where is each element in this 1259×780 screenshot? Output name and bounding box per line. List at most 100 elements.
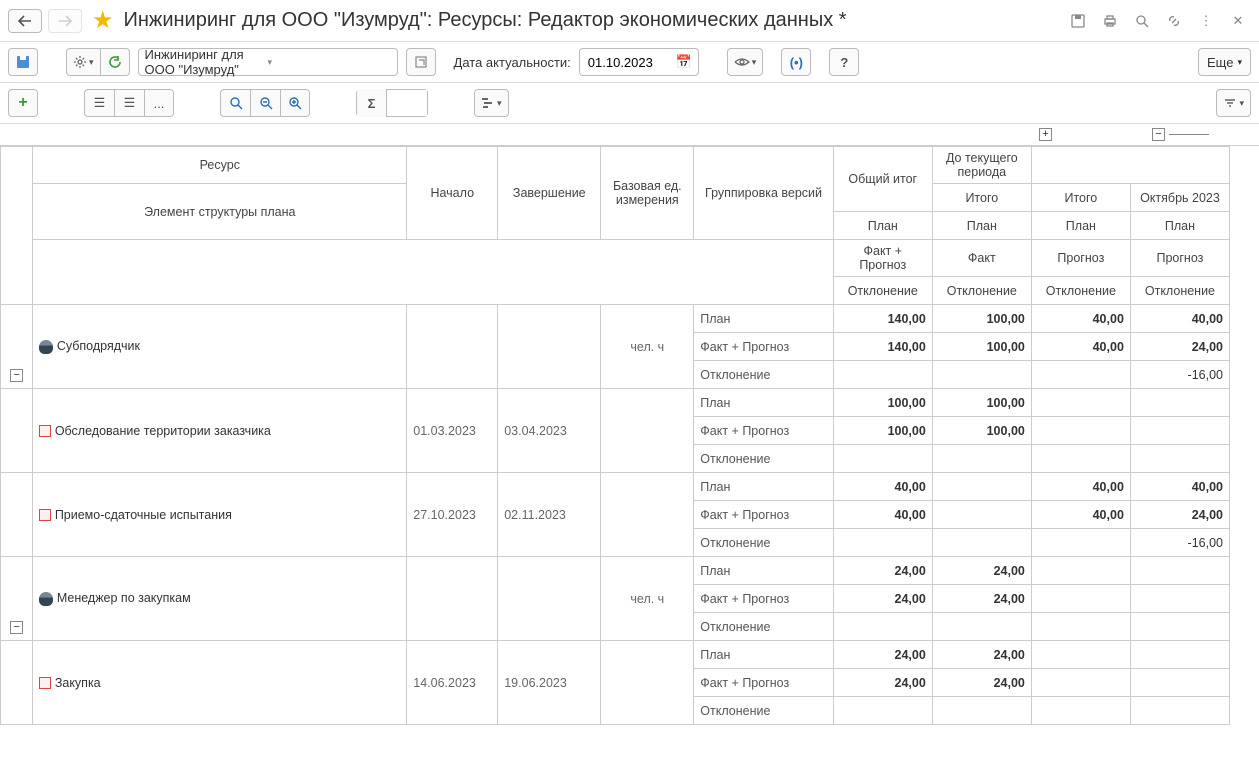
value-cell[interactable] xyxy=(1130,557,1229,585)
value-cell[interactable] xyxy=(833,697,932,725)
value-cell[interactable] xyxy=(1130,641,1229,669)
value-cell[interactable] xyxy=(932,445,1031,473)
save-icon[interactable] xyxy=(1065,9,1091,33)
value-cell[interactable]: 40,00 xyxy=(833,473,932,501)
save-button[interactable] xyxy=(8,48,38,76)
value-cell[interactable]: 100,00 xyxy=(932,305,1031,333)
favorite-star-icon[interactable]: ★ xyxy=(92,6,114,35)
value-cell[interactable]: 100,00 xyxy=(833,389,932,417)
nav-forward-button[interactable] xyxy=(48,9,82,33)
start-date[interactable]: 01.03.2023 xyxy=(407,389,498,473)
value-cell[interactable]: 40,00 xyxy=(1031,473,1130,501)
value-cell[interactable]: 24,00 xyxy=(1130,501,1229,529)
value-cell[interactable]: 40,00 xyxy=(1031,305,1130,333)
more-button[interactable]: Еще ▾ xyxy=(1198,48,1251,76)
value-cell[interactable] xyxy=(1130,697,1229,725)
value-cell[interactable] xyxy=(1130,669,1229,697)
value-cell[interactable]: 24,00 xyxy=(1130,333,1229,361)
expand-prev-button[interactable]: + xyxy=(1039,128,1052,141)
sigma-input[interactable] xyxy=(387,90,427,116)
value-cell[interactable]: 100,00 xyxy=(932,333,1031,361)
value-cell[interactable] xyxy=(932,697,1031,725)
zoom-fit-button[interactable] xyxy=(280,89,310,117)
tree-collapse-toggle[interactable]: − xyxy=(10,621,23,634)
value-cell[interactable] xyxy=(1130,445,1229,473)
value-cell[interactable]: 40,00 xyxy=(833,501,932,529)
value-cell[interactable]: 24,00 xyxy=(932,585,1031,613)
value-cell[interactable]: 40,00 xyxy=(1130,305,1229,333)
start-date[interactable] xyxy=(407,557,498,641)
value-cell[interactable]: 140,00 xyxy=(833,333,932,361)
value-cell[interactable]: 24,00 xyxy=(833,669,932,697)
value-cell[interactable] xyxy=(1031,361,1130,389)
value-cell[interactable] xyxy=(1031,585,1130,613)
value-cell[interactable]: 140,00 xyxy=(833,305,932,333)
start-date[interactable]: 14.06.2023 xyxy=(407,641,498,725)
refresh-button[interactable] xyxy=(100,48,130,76)
project-select[interactable]: Инжиниринг для ООО "Изумруд" ▾ xyxy=(138,48,398,76)
value-cell[interactable] xyxy=(833,529,932,557)
value-cell[interactable] xyxy=(932,529,1031,557)
end-date[interactable] xyxy=(498,557,601,641)
value-cell[interactable]: 100,00 xyxy=(932,389,1031,417)
visibility-button[interactable]: ▾ xyxy=(727,48,764,76)
value-cell[interactable] xyxy=(932,501,1031,529)
calendar-icon[interactable]: 📅 xyxy=(676,54,692,70)
value-cell[interactable]: 24,00 xyxy=(932,669,1031,697)
resource-cell[interactable]: Субподрядчик xyxy=(33,305,407,389)
value-cell[interactable] xyxy=(1031,445,1130,473)
value-cell[interactable]: 40,00 xyxy=(1130,473,1229,501)
list-more-button[interactable]: ... xyxy=(144,89,174,117)
print-icon[interactable] xyxy=(1097,9,1123,33)
value-cell[interactable] xyxy=(1031,389,1130,417)
filter-settings-button[interactable]: ▾ xyxy=(1216,89,1251,117)
outdent-button[interactable]: ☰ xyxy=(84,89,114,117)
tree-collapse-toggle[interactable]: − xyxy=(10,369,23,382)
zoom-out-button[interactable] xyxy=(250,89,280,117)
indent-button[interactable]: ☰ xyxy=(114,89,144,117)
date-field[interactable] xyxy=(586,54,666,71)
help-button[interactable]: ? xyxy=(829,48,859,76)
value-cell[interactable]: 40,00 xyxy=(1031,501,1130,529)
gantt-config-button[interactable]: ▾ xyxy=(474,89,509,117)
close-icon[interactable]: ✕ xyxy=(1225,9,1251,33)
zoom-in-button[interactable] xyxy=(220,89,250,117)
value-cell[interactable] xyxy=(1031,557,1130,585)
value-cell[interactable] xyxy=(1031,529,1130,557)
value-cell[interactable]: 24,00 xyxy=(932,557,1031,585)
link-icon[interactable] xyxy=(1161,9,1187,33)
value-cell[interactable]: 24,00 xyxy=(833,585,932,613)
value-cell[interactable]: 40,00 xyxy=(1031,333,1130,361)
value-cell[interactable] xyxy=(1031,669,1130,697)
resource-cell[interactable]: Менеджер по закупкам xyxy=(33,557,407,641)
value-cell[interactable] xyxy=(1130,389,1229,417)
more-menu-icon[interactable]: ⋮ xyxy=(1193,9,1219,33)
value-cell[interactable]: 24,00 xyxy=(833,641,932,669)
value-cell[interactable] xyxy=(932,613,1031,641)
end-date[interactable]: 03.04.2023 xyxy=(498,389,601,473)
value-cell[interactable] xyxy=(1130,613,1229,641)
add-row-button[interactable]: + xyxy=(8,89,38,117)
value-cell[interactable] xyxy=(1031,417,1130,445)
start-date[interactable] xyxy=(407,305,498,389)
task-cell[interactable]: Приемо-сдаточные испытания xyxy=(33,473,407,557)
preview-icon[interactable] xyxy=(1129,9,1155,33)
sigma-button[interactable]: Σ xyxy=(357,89,387,117)
value-cell[interactable] xyxy=(1031,613,1130,641)
value-cell[interactable] xyxy=(1130,417,1229,445)
value-cell[interactable] xyxy=(1130,585,1229,613)
value-cell[interactable] xyxy=(932,473,1031,501)
open-project-button[interactable] xyxy=(406,48,436,76)
broadcast-button[interactable]: (•) xyxy=(781,48,811,76)
task-cell[interactable]: Обследование территории заказчика xyxy=(33,389,407,473)
nav-back-button[interactable] xyxy=(8,9,42,33)
collapse-cur-button[interactable]: − xyxy=(1152,128,1165,141)
end-date[interactable]: 19.06.2023 xyxy=(498,641,601,725)
value-cell[interactable]: 24,00 xyxy=(932,641,1031,669)
value-cell[interactable]: -16,00 xyxy=(1130,361,1229,389)
value-cell[interactable]: 100,00 xyxy=(932,417,1031,445)
end-date[interactable]: 02.11.2023 xyxy=(498,473,601,557)
settings-button[interactable]: ▾ xyxy=(66,48,100,76)
value-cell[interactable] xyxy=(833,445,932,473)
start-date[interactable]: 27.10.2023 xyxy=(407,473,498,557)
